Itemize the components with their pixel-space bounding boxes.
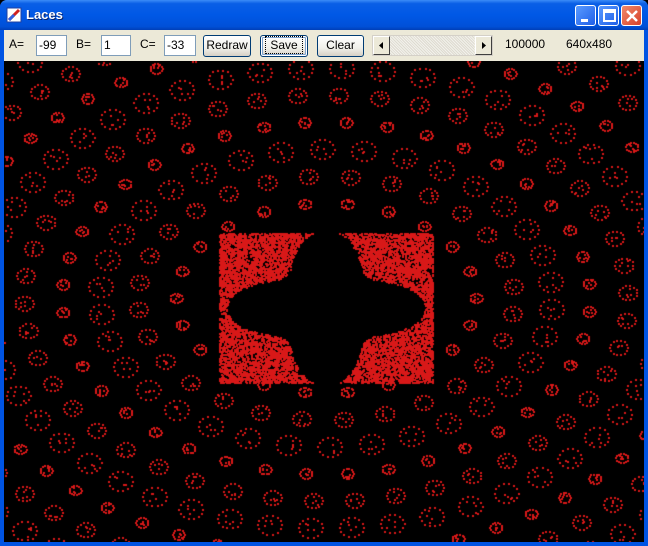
clear-button[interactable]: Clear [317, 35, 364, 57]
laces-fractal-plot[interactable] [4, 61, 644, 542]
title-bar[interactable]: Laces [0, 0, 648, 30]
c-label: C= [140, 37, 156, 51]
maximize-button[interactable] [598, 5, 619, 26]
minimize-icon [581, 19, 588, 22]
redraw-button[interactable]: Redraw [203, 35, 251, 57]
fractal-canvas-area[interactable] [4, 61, 644, 542]
scroll-thumb[interactable] [390, 36, 474, 55]
window-title: Laces [26, 7, 63, 22]
resolution-readout: 640x480 [566, 37, 613, 51]
scroll-right-button[interactable] [475, 36, 492, 55]
toolbar: A= -99 B= 1 C= -33 Redraw Save Clear 100… [4, 30, 644, 61]
save-button-label: Save [265, 36, 303, 54]
maximize-icon [603, 9, 616, 22]
save-button[interactable]: Save [260, 35, 308, 57]
laces-app-icon[interactable] [6, 7, 22, 23]
scroll-left-button[interactable] [373, 36, 390, 55]
arrow-right-icon [482, 42, 486, 49]
parameter-scrollbar[interactable] [372, 35, 493, 56]
close-button[interactable] [621, 5, 642, 26]
b-label: B= [76, 37, 92, 51]
arrow-left-icon [379, 42, 383, 49]
c-input[interactable]: -33 [164, 35, 196, 56]
b-input[interactable]: 1 [101, 35, 131, 56]
iteration-count: 100000 [505, 37, 546, 51]
close-icon [626, 10, 638, 22]
minimize-button[interactable] [575, 5, 596, 26]
app-window: Laces A= -99 B= 1 C= -33 Redraw Save Cle… [0, 0, 648, 546]
a-input[interactable]: -99 [36, 35, 67, 56]
a-label: A= [9, 37, 25, 51]
